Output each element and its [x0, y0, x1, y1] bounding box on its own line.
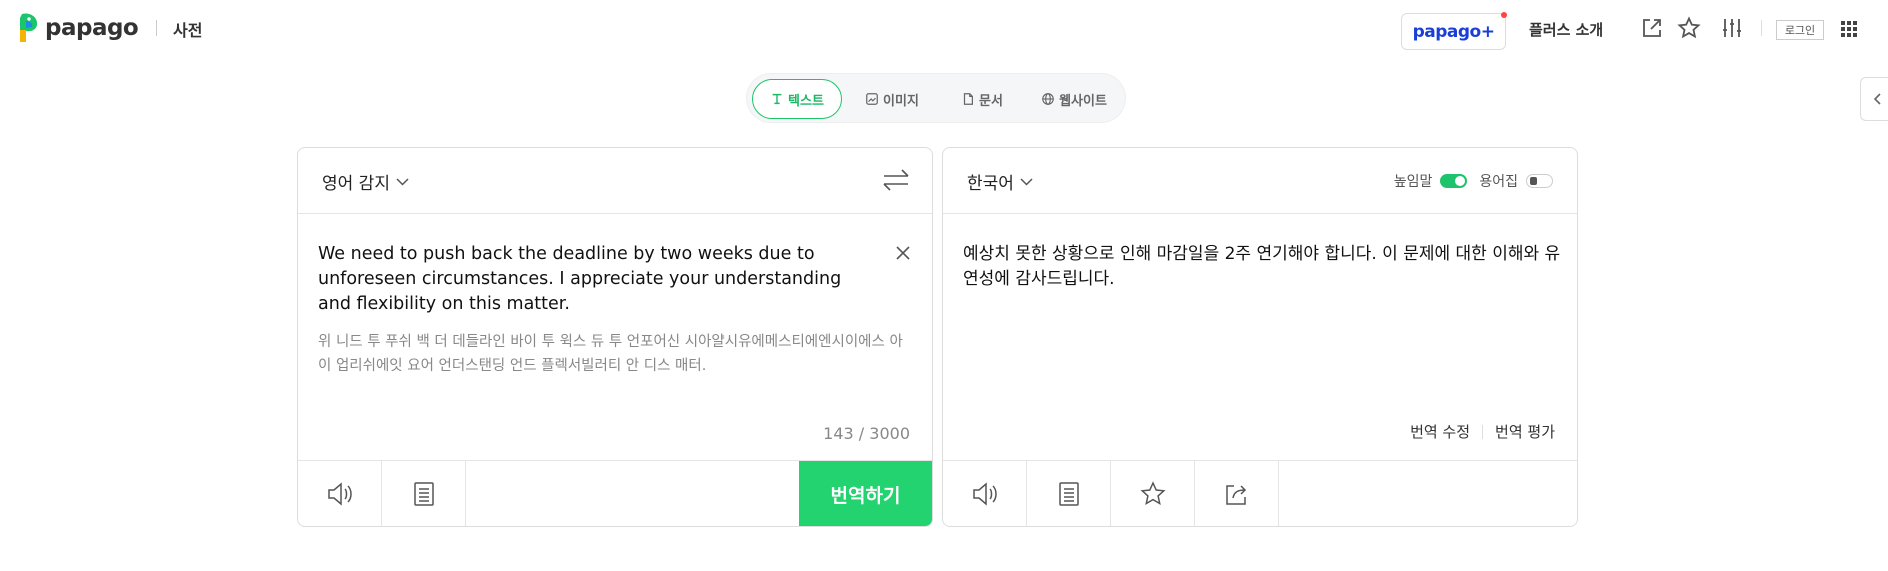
target-panel: 한국어 높임말 용어집 예상치 못한 상황으로 인해 마감일을 2주 연기해야 … [942, 147, 1578, 527]
target-panel-footer [943, 460, 1577, 526]
glossary-toggle[interactable] [1526, 174, 1553, 188]
chevron-down-icon [396, 177, 409, 186]
source-panel-header: 영어 감지 [298, 148, 932, 214]
share-icon [1225, 485, 1246, 505]
speaker-icon [327, 482, 352, 506]
source-panel: 영어 감지 We need to push back the deadline … [297, 147, 933, 527]
rate-translation-link[interactable]: 번역 평가 [1495, 421, 1555, 442]
target-share-button[interactable] [1195, 461, 1279, 526]
tab-image-label: 이미지 [883, 93, 919, 109]
target-panel-header: 한국어 높임말 용어집 [943, 148, 1577, 214]
honorific-toggle[interactable] [1440, 174, 1468, 188]
papago-plus-button[interactable]: papago+ [1401, 12, 1507, 50]
login-button[interactable]: 로그인 [1776, 20, 1824, 40]
tab-text[interactable]: 텍스트 [752, 79, 842, 119]
mode-tabs: 텍스트 이미지 문서 웹사이트 [746, 73, 1126, 123]
memo-icon [413, 482, 434, 506]
source-memo-button[interactable] [382, 461, 466, 526]
top-header: papago 사전 papago+ 플러스 소개 로그인 [0, 0, 1888, 58]
image-icon [866, 93, 878, 105]
memo-icon [1058, 482, 1079, 506]
logo-text: papago [45, 15, 139, 41]
external-link-icon[interactable] [1640, 16, 1664, 40]
tab-text-label: 텍스트 [788, 93, 824, 109]
target-language-select[interactable]: 한국어 [967, 169, 1033, 194]
tab-website[interactable]: 웹사이트 [1027, 79, 1121, 119]
source-language-select[interactable]: 영어 감지 [322, 169, 409, 194]
glossary-label: 용어집 [1479, 174, 1518, 190]
chevron-left-icon [1873, 93, 1881, 105]
star-icon [1139, 481, 1166, 505]
close-icon[interactable] [894, 244, 912, 262]
source-panel-footer: 번역하기 [298, 460, 932, 526]
translation-output: 예상치 못한 상황으로 인해 마감일을 2주 연기해야 합니다. 이 문제에 대… [963, 244, 1561, 289]
tab-website-label: 웹사이트 [1059, 93, 1107, 109]
speaker-icon [972, 482, 997, 506]
globe-icon [1042, 93, 1054, 105]
papago-logo[interactable]: papago [16, 12, 139, 44]
parrot-logo-icon [20, 13, 38, 42]
translate-button[interactable]: 번역하기 [799, 461, 932, 526]
swap-languages-icon[interactable] [882, 168, 910, 192]
source-listen-button[interactable] [298, 461, 382, 526]
chevron-down-icon [1020, 177, 1033, 186]
target-toggles: 높임말 용어집 [1394, 171, 1553, 191]
target-listen-button[interactable] [943, 461, 1027, 526]
actions-divider [1482, 424, 1484, 439]
target-memo-button[interactable] [1027, 461, 1111, 526]
plus-intro-link[interactable]: 플러스 소개 [1529, 19, 1603, 40]
edit-translation-link[interactable]: 번역 수정 [1410, 421, 1470, 442]
target-favorite-button[interactable] [1111, 461, 1195, 526]
source-pronunciation: 위 니드 투 푸쉬 백 더 데들라인 바이 투 윅스 듀 투 언포어신 시아얄시… [318, 334, 903, 374]
tab-document-label: 문서 [979, 93, 1003, 109]
settings-sliders-icon[interactable] [1720, 16, 1744, 40]
document-icon [963, 93, 974, 105]
star-icon[interactable] [1677, 16, 1701, 40]
side-panel-toggle[interactable] [1860, 77, 1888, 121]
text-icon [772, 93, 782, 105]
source-text-input[interactable]: We need to push back the deadline by two… [318, 242, 878, 317]
papago-plus-label: papago+ [1412, 21, 1495, 42]
source-language-label: 영어 감지 [322, 174, 390, 194]
apps-grid-icon[interactable] [1841, 21, 1857, 37]
translation-actions: 번역 수정 번역 평가 [1410, 421, 1555, 442]
tab-image[interactable]: 이미지 [847, 79, 937, 119]
dictionary-link[interactable]: 사전 [173, 17, 202, 41]
header-divider [156, 20, 157, 36]
tab-document[interactable]: 문서 [942, 79, 1022, 119]
character-count: 143 / 3000 [823, 424, 910, 443]
honorific-label: 높임말 [1393, 174, 1433, 190]
target-language-label: 한국어 [967, 174, 1014, 194]
header-separator [1761, 20, 1762, 36]
notification-dot [1501, 12, 1507, 18]
